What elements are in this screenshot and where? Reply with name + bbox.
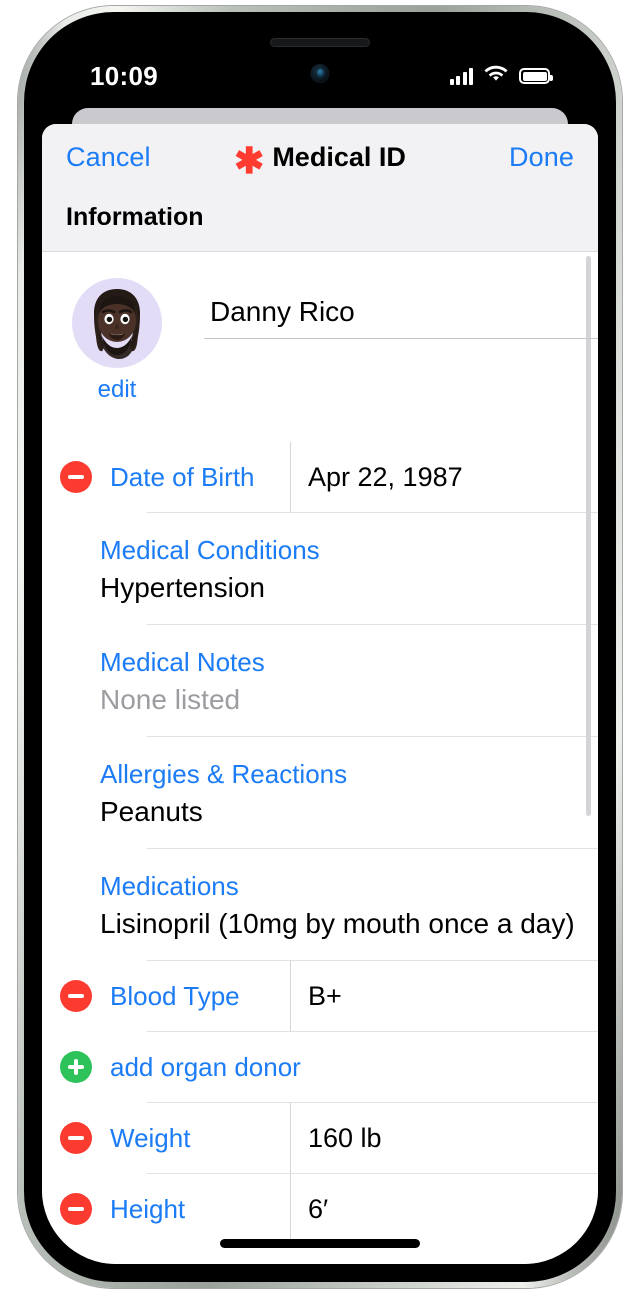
medications-value[interactable]: Lisinopril (10mg by mouth once a day)	[100, 908, 598, 940]
section-header-information: Information	[42, 190, 598, 252]
row-height[interactable]: Height 6′	[42, 1174, 598, 1244]
medical-id-form-list[interactable]: edit Danny Rico Date of Birth Apr 22, 19…	[42, 252, 598, 1264]
row-vertical-separator	[290, 961, 291, 1031]
cellular-bars-icon	[449, 67, 473, 85]
iphone-device-frame: 10:09 Cancel ✱ Medical ID Done Informati…	[18, 6, 622, 1288]
name-column: Danny Rico	[192, 278, 598, 404]
memoji-avatar[interactable]	[72, 278, 162, 368]
weight-label[interactable]: Weight	[110, 1123, 290, 1154]
memoji-avatar-glyph	[94, 289, 140, 360]
status-bar-time: 10:09	[90, 60, 158, 91]
section-medical-notes[interactable]: Medical Notes None listed	[42, 625, 598, 736]
avatar-column: edit	[42, 278, 192, 404]
device-bezel: 10:09 Cancel ✱ Medical ID Done Informati…	[24, 12, 616, 1282]
remove-weight-wrap	[42, 1122, 110, 1154]
plus-circle-icon[interactable]	[60, 1051, 92, 1083]
page-title: Medical ID	[272, 141, 406, 172]
medical-asterisk-icon: ✱	[234, 140, 265, 181]
add-organ-donor-label[interactable]: add organ donor	[110, 1052, 301, 1083]
allergies-label: Allergies & Reactions	[100, 759, 348, 789]
medical-notes-label: Medical Notes	[100, 647, 265, 677]
date-of-birth-label[interactable]: Date of Birth	[110, 462, 290, 493]
identity-block: edit Danny Rico	[42, 252, 598, 404]
cancel-button[interactable]: Cancel	[66, 142, 151, 173]
speaker-grille-icon	[270, 38, 370, 47]
remove-blood-type-wrap	[42, 980, 110, 1012]
section-medical-conditions[interactable]: Medical Conditions Hypertension	[42, 513, 598, 624]
minus-circle-icon[interactable]	[60, 461, 92, 493]
battery-full-icon	[519, 68, 553, 84]
minus-circle-icon[interactable]	[60, 1193, 92, 1225]
row-add-organ-donor[interactable]: add organ donor	[42, 1032, 598, 1102]
status-bar: 10:09	[42, 56, 598, 96]
medical-id-modal-sheet: Cancel ✱ Medical ID Done Information edi…	[42, 124, 598, 1264]
medications-label: Medications	[100, 871, 239, 901]
height-label[interactable]: Height	[110, 1194, 290, 1225]
blood-type-label[interactable]: Blood Type	[110, 981, 290, 1012]
medical-notes-value[interactable]: None listed	[100, 684, 598, 716]
remove-height-wrap	[42, 1193, 110, 1225]
done-button[interactable]: Done	[509, 142, 574, 173]
wifi-icon	[484, 65, 508, 88]
minus-circle-icon[interactable]	[60, 980, 92, 1012]
row-vertical-separator	[290, 1174, 291, 1244]
minus-circle-icon[interactable]	[60, 1122, 92, 1154]
height-value[interactable]: 6′	[290, 1194, 328, 1225]
row-blood-type[interactable]: Blood Type B+	[42, 961, 598, 1031]
add-organ-donor-wrap	[42, 1051, 110, 1083]
row-weight[interactable]: Weight 160 lb	[42, 1103, 598, 1173]
weight-value[interactable]: 160 lb	[290, 1123, 382, 1154]
date-of-birth-value[interactable]: Apr 22, 1987	[290, 462, 463, 493]
status-bar-icons	[449, 65, 553, 88]
section-header-label: Information	[66, 203, 204, 231]
home-indicator[interactable]	[220, 1239, 420, 1248]
row-vertical-separator	[290, 1103, 291, 1173]
navigation-bar: Cancel ✱ Medical ID Done	[42, 124, 598, 190]
section-medications[interactable]: Medications Lisinopril (10mg by mouth on…	[42, 849, 598, 960]
device-screen: 10:09 Cancel ✱ Medical ID Done Informati…	[42, 30, 598, 1264]
remove-date-of-birth-wrap	[42, 461, 110, 493]
edit-avatar-button[interactable]: edit	[98, 376, 137, 404]
row-date-of-birth[interactable]: Date of Birth Apr 22, 1987	[42, 442, 598, 512]
name-input[interactable]: Danny Rico	[192, 278, 598, 338]
medical-conditions-value[interactable]: Hypertension	[100, 572, 598, 604]
medical-conditions-label: Medical Conditions	[100, 535, 320, 565]
allergies-value[interactable]: Peanuts	[100, 796, 598, 828]
blood-type-value[interactable]: B+	[290, 981, 342, 1012]
section-allergies-reactions[interactable]: Allergies & Reactions Peanuts	[42, 737, 598, 848]
name-input-underline	[204, 338, 598, 339]
row-vertical-separator	[290, 442, 291, 512]
